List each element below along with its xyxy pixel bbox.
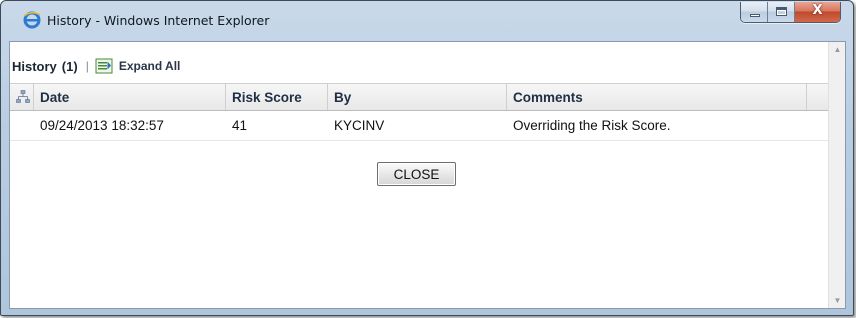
grid-header: Date Risk Score By Comments — [10, 83, 829, 111]
toolbar-separator: | — [85, 59, 89, 73]
close-button[interactable]: CLOSE — [377, 162, 456, 186]
column-header-date[interactable]: Date — [34, 84, 226, 110]
expand-all-link[interactable]: Expand All — [119, 59, 181, 73]
tree-hierarchy-icon[interactable] — [15, 90, 30, 104]
cell-date: 09/24/2013 18:32:57 — [40, 118, 164, 133]
maximize-icon — [776, 7, 787, 16]
tree-column-header — [10, 84, 34, 110]
cell-risk-score: 41 — [232, 118, 248, 133]
scroll-down-icon[interactable]: ▼ — [829, 296, 846, 305]
close-icon: X — [812, 3, 823, 18]
minimize-button[interactable] — [741, 2, 768, 22]
expand-all-icon[interactable] — [95, 58, 113, 74]
cell-by: KYCINV — [334, 118, 385, 133]
column-header-filler — [807, 84, 829, 110]
history-count: (1) — [61, 58, 78, 74]
vertical-scrollbar[interactable]: ▲ ▼ — [828, 42, 845, 308]
window-close-button[interactable]: X — [795, 2, 840, 22]
window-controls: X — [740, 2, 841, 23]
history-title: History — [12, 58, 57, 74]
minimize-icon — [750, 14, 760, 17]
page-content: History (1) | Expand All Date Risk Score… — [9, 41, 846, 309]
browser-popup-window: History - Windows Internet Explorer X Hi… — [0, 0, 854, 316]
history-grid: Date Risk Score By Comments 09/24/2013 1… — [10, 83, 829, 141]
column-header-comments[interactable]: Comments — [507, 84, 807, 110]
column-header-risk-score[interactable]: Risk Score — [226, 84, 328, 110]
history-toolbar: History (1) | Expand All — [12, 56, 180, 76]
scroll-up-icon[interactable]: ▲ — [829, 45, 846, 54]
row-tree-cell — [10, 111, 34, 140]
cell-comments: Overriding the Risk Score. — [513, 118, 671, 133]
maximize-button[interactable] — [768, 2, 795, 22]
column-header-by[interactable]: By — [328, 84, 507, 110]
internet-explorer-icon — [23, 11, 41, 29]
title-bar[interactable]: History - Windows Internet Explorer X — [1, 1, 853, 41]
table-row[interactable]: 09/24/2013 18:32:57 41 KYCINV Overriding… — [10, 111, 829, 141]
window-title: History - Windows Internet Explorer — [47, 13, 270, 28]
